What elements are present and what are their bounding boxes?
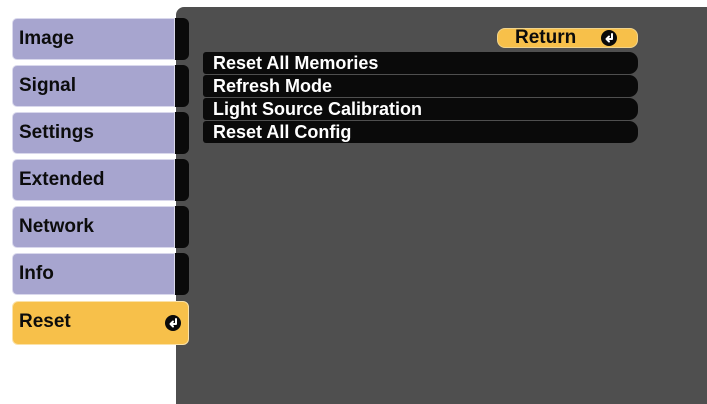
menu-item-label: Reset All Memories (213, 53, 379, 73)
sidebar-item-label: Reset (19, 311, 71, 332)
sidebar-item-reset[interactable]: Reset (12, 301, 189, 345)
menu-item-reset-all-config[interactable]: Reset All Config (203, 121, 638, 143)
tab-edge (175, 159, 189, 201)
sidebar-item-info[interactable]: Info (12, 253, 189, 295)
menu-item-light-source-calibration[interactable]: Light Source Calibration (203, 98, 638, 120)
tab-edge (175, 206, 189, 248)
menu-item-refresh-mode[interactable]: Refresh Mode (203, 75, 638, 97)
sidebar-item-settings[interactable]: Settings (12, 112, 189, 154)
sidebar-item-label: Info (19, 263, 54, 284)
menu-item-label: Light Source Calibration (213, 99, 423, 119)
tab-edge (175, 65, 189, 107)
enter-icon (601, 30, 617, 46)
menu-item-label: Reset All Config (213, 122, 352, 142)
return-label: Return (515, 27, 577, 48)
tab-edge (175, 18, 189, 60)
sidebar-item-image[interactable]: Image (12, 18, 189, 60)
return-button[interactable]: Return (497, 28, 638, 48)
sidebar-item-network[interactable]: Network (12, 206, 189, 248)
sidebar-item-label: Settings (19, 122, 94, 143)
tab-edge (175, 112, 189, 154)
sidebar-item-label: Signal (19, 75, 77, 96)
menu-item-label: Refresh Mode (213, 76, 333, 96)
sidebar-item-signal[interactable]: Signal (12, 65, 189, 107)
menu-item-reset-all-memories[interactable]: Reset All Memories (203, 52, 638, 74)
tab-edge (175, 253, 189, 295)
sidebar-item-label: Image (19, 28, 74, 49)
sidebar-item-label: Extended (19, 169, 105, 190)
sidebar-item-extended[interactable]: Extended (12, 159, 189, 201)
enter-icon (165, 315, 181, 331)
sidebar-item-label: Network (19, 216, 94, 237)
